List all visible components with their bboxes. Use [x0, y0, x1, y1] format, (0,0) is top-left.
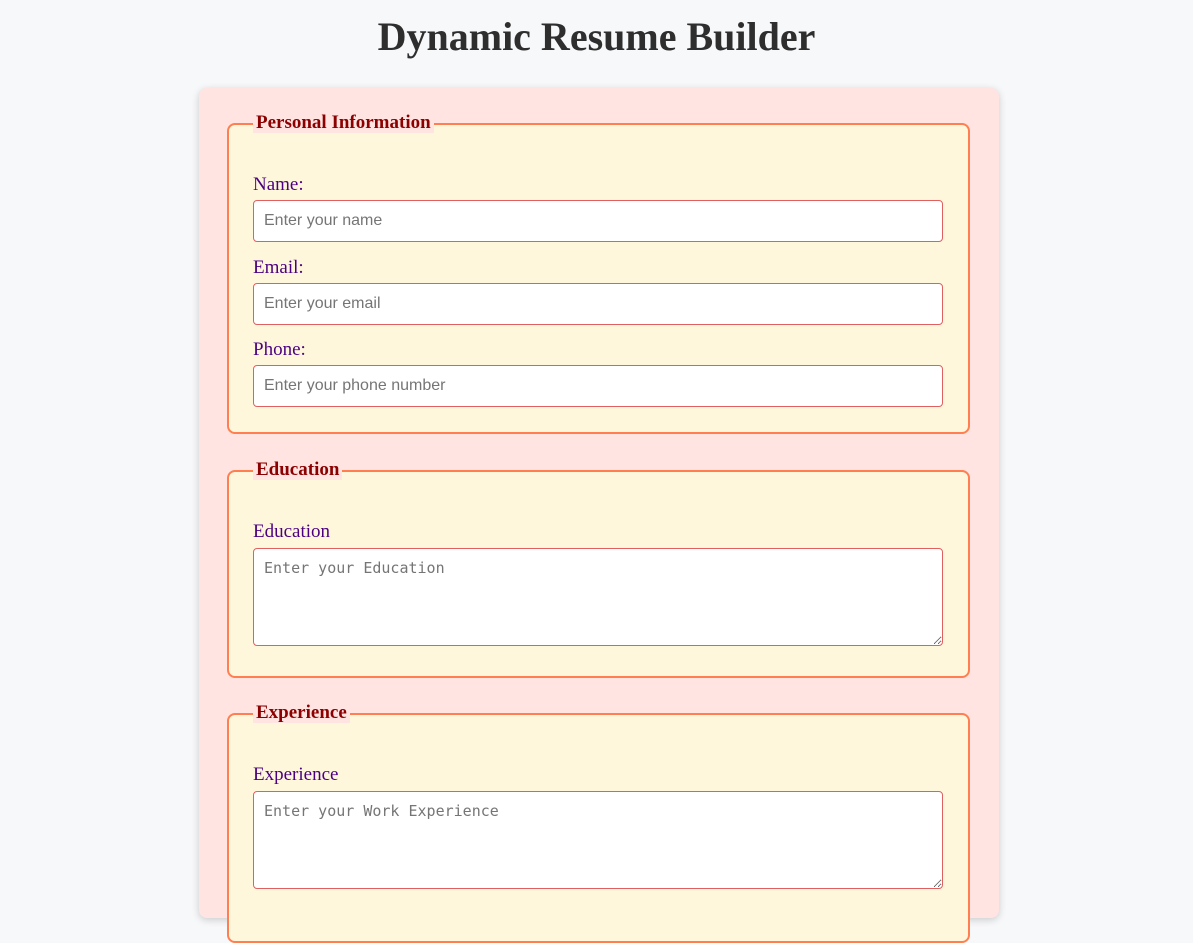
phone-label: Phone: [253, 339, 306, 360]
resume-form-card: Personal Information Name: Email: Phone:… [199, 88, 999, 943]
name-label: Name: [253, 174, 304, 195]
experience-legend: Experience [253, 703, 350, 723]
education-label: Education [253, 521, 331, 542]
experience-label: Experience [253, 764, 339, 785]
personal-info-legend: Personal Information [253, 113, 434, 133]
name-input[interactable] [253, 200, 943, 242]
experience-textarea[interactable] [253, 791, 943, 889]
personal-info-section: Personal Information Name: Email: Phone: [227, 113, 970, 434]
email-label: Email: [253, 257, 304, 278]
education-legend: Education [253, 460, 343, 480]
education-textarea[interactable] [253, 548, 943, 646]
education-section: Education Education [227, 460, 970, 678]
email-input[interactable] [253, 283, 943, 325]
experience-section: Experience Experience [227, 703, 970, 943]
page-title: Dynamic Resume Builder [377, 14, 816, 59]
phone-input[interactable] [253, 365, 943, 407]
